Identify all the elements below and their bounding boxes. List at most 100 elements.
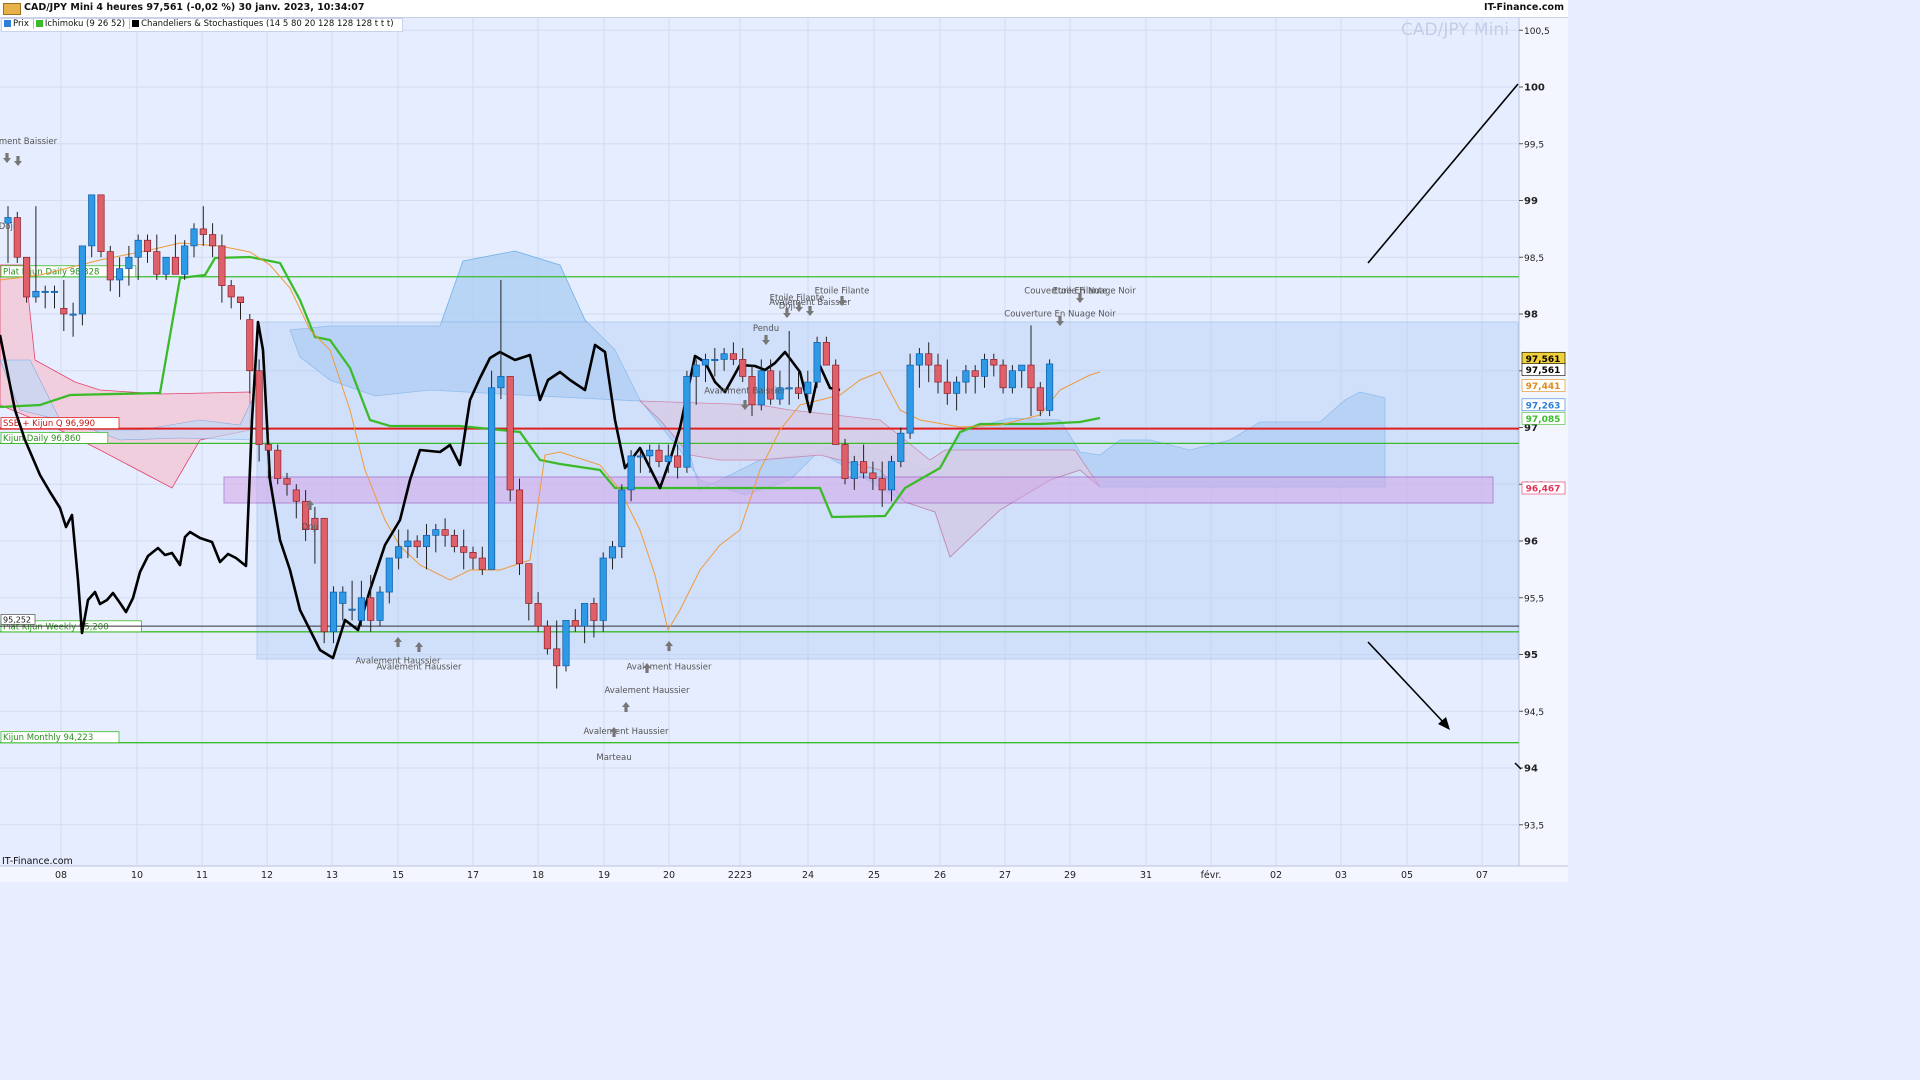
arrow-shaft [840,296,844,301]
candle-body [850,461,858,479]
y-tick-label: 99 [1524,196,1538,207]
candle-body [488,387,496,570]
x-tick-label: 10 [131,870,143,881]
candle-body [543,625,551,650]
candle-body [599,557,607,621]
candle-body [943,381,951,394]
candle-body [78,245,86,315]
price-tag-label: 97,441 [1526,382,1561,392]
candle-body [69,313,77,316]
candle-body [627,455,635,491]
y-tick-label: 98,5 [1524,254,1544,264]
candle-body [906,364,914,434]
candle-body [413,540,421,548]
candle-body [246,319,254,372]
candle-body [329,591,338,633]
x-tick-label: 13 [326,870,338,881]
candle-body [385,557,393,593]
level-label: Kijun Daily 96,860 [3,434,81,444]
candle-body [1018,364,1026,372]
candle-body [23,256,31,298]
indicator-legend: Prix Ichimoku (9 26 52) Chandeliers & Stoc… [1,18,403,32]
pattern-label: Avalement Haussier [626,662,712,672]
arrow-shaft [16,156,20,161]
candle-body [162,256,170,275]
candle-body [646,449,654,457]
candle-body [804,381,812,394]
arrow-shaft [5,153,9,158]
x-tick-label: 03 [1335,870,1347,881]
price-tag-label: 97,561 [1526,366,1561,376]
x-tick-label: 02 [1270,870,1282,881]
arrow-shaft [624,707,628,712]
x-tick-label: 24 [802,870,814,881]
legend-item-stochastics[interactable]: Chandeliers & Stochastiques (14 5 80 20 … [132,19,397,29]
candle-body [422,534,431,548]
price-tag-label: 97,085 [1526,415,1561,425]
candle-body [190,228,198,247]
left-price-tag-label: 95,252 [3,615,31,624]
candle-body [1027,364,1035,389]
candle-body [376,591,384,621]
candle-body [674,455,682,468]
candle-body [980,359,989,377]
candle-body [953,381,961,394]
y-tick-label: 95 [1524,650,1538,661]
candle-body [41,290,49,293]
arrow-shaft [797,302,801,307]
price-tag-label: 96,467 [1526,484,1561,494]
x-tick-label: 12 [261,870,273,881]
candle-body [88,194,96,247]
candle-body [236,296,245,304]
x-tick-label: 25 [868,870,880,881]
candle-body [925,353,933,366]
price-chart[interactable]: 100,510099,59998,59897,59796,59695,59594… [0,0,1568,882]
pattern-label: Pendu [753,324,779,334]
arrow-shaft [667,646,671,651]
x-tick-label: 19 [598,870,610,881]
legend-item-price[interactable]: Prix [4,19,34,29]
pattern-label: Etoile Filante [815,287,870,297]
candle-body [869,472,877,479]
candle-body [367,597,375,621]
x-tick-label: 07 [1476,870,1488,881]
pattern-label: Marteau [596,753,631,763]
x-tick-label: 05 [1401,870,1413,881]
y-tick-label: 95,5 [1524,594,1544,604]
candle-body [999,364,1007,389]
pattern-label: Avalement Haussier [604,686,690,696]
candle-body [813,342,821,383]
x-tick-label: 17 [467,870,479,881]
candle-body [50,290,59,293]
candle-body [534,603,542,627]
candle-body [571,620,579,627]
candle-body [460,546,468,553]
candle-body [218,245,226,286]
candle-body [739,359,747,377]
pattern-label: Doji [0,222,15,232]
candle-body [283,478,291,485]
chart-title: CAD/JPY Mini 4 heures 97,561 (-0,02 %) 3… [24,2,365,13]
arrow-shaft [785,308,789,313]
candle-body [525,563,533,604]
arrow-shaft [743,400,747,405]
arrow-shaft [645,668,649,673]
title-bar: CAD/JPY Mini 4 heures 97,561 (-0,02 %) 3… [0,0,1568,18]
x-tick-label: 26 [934,870,946,881]
candle-body [832,364,840,445]
price-tag-label: 97,263 [1526,401,1561,411]
candle-body [441,529,449,536]
candle-body [562,620,570,667]
y-tick-label: 99,5 [1524,140,1544,150]
x-tick-label: 29 [1064,870,1076,881]
price-swatch-icon [4,20,11,27]
candle-body [618,489,626,548]
candle-body [683,376,691,468]
candle-body [339,591,347,604]
candle-body [181,245,189,275]
candle-body [897,432,905,462]
candle-body [255,370,263,445]
legend-item-ichimoku[interactable]: Ichimoku (9 26 52) [35,19,131,29]
x-tick-label: févr. [1201,870,1222,881]
ichimoku-swatch-icon [35,20,43,27]
